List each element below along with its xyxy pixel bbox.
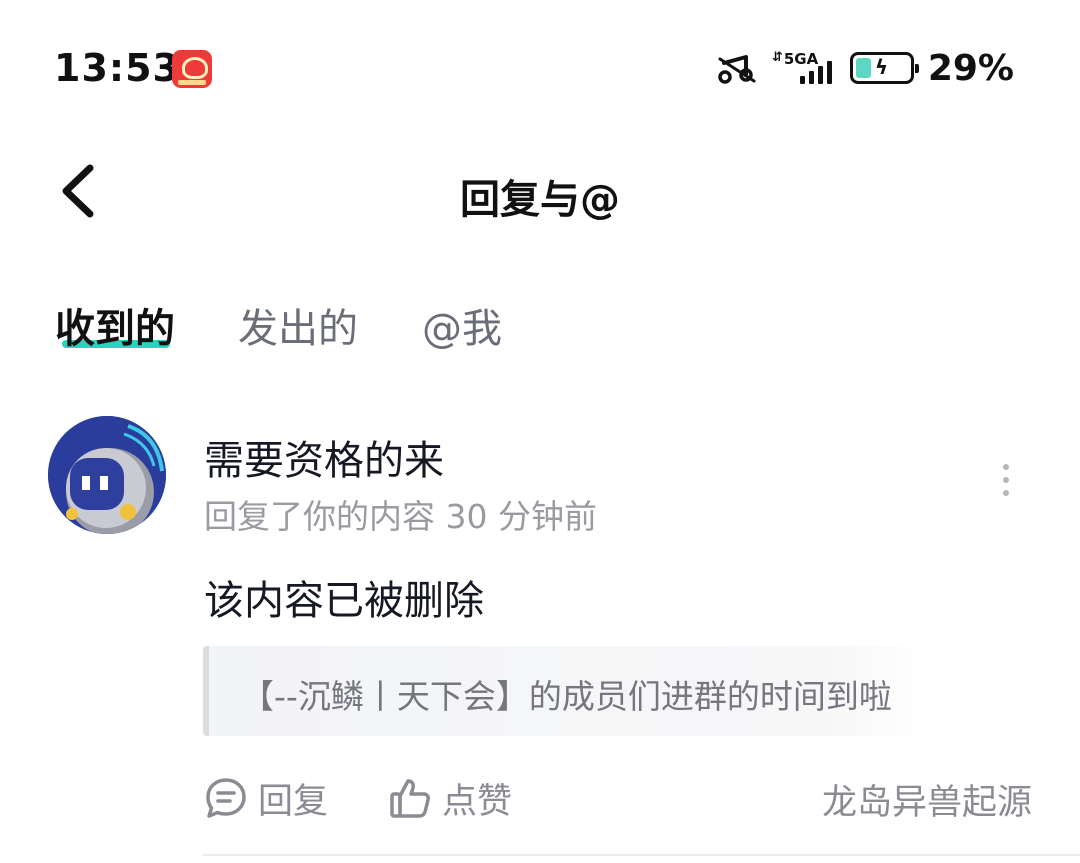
reply-button-label: 回复 (258, 781, 329, 822)
tab-received[interactable]: 收到的 (55, 296, 175, 354)
reply-text: 该内容已被删除 (204, 578, 484, 624)
message-meta: 回复了你的内容 30 分钟前 (204, 497, 597, 536)
avatar[interactable] (48, 416, 166, 534)
battery-icon: ϟ (849, 52, 919, 84)
quoted-text: 【--沉鳞丨天下会】的成员们进群的时间到啦 (241, 677, 892, 716)
sender-name[interactable]: 需要资格的来 (204, 428, 444, 486)
signal-bars (799, 61, 832, 84)
status-indicators: ⇵ 5GA ϟ 29% (716, 46, 1014, 90)
more-options-icon[interactable] (990, 460, 1022, 500)
quoted-content[interactable]: 【--沉鳞丨天下会】的成员们进群的时间到啦 (203, 646, 933, 736)
like-button[interactable]: 点赞 (388, 770, 512, 826)
comment-icon (206, 778, 246, 818)
status-time: 13:53 (54, 46, 180, 90)
reply-button[interactable]: 回复 (204, 770, 328, 826)
thumbs-up-icon (390, 779, 430, 818)
music-icon (716, 51, 758, 85)
data-arrows-icon: ⇵ (771, 50, 783, 65)
page-title: 回复与@ (460, 177, 620, 223)
status-bar: 13:53 ⇵ 5GA ϟ 29% (0, 0, 1080, 140)
tab-sent[interactable]: 发出的 (238, 296, 358, 354)
tab-bar: 收到的 发出的 @我 (0, 290, 1080, 360)
list-item: 需要资格的来 回复了你的内容 30 分钟前 该内容已被删除 【--沉鳞丨天下会】… (0, 400, 1080, 863)
app-notification-icon (172, 50, 212, 88)
divider (203, 854, 1080, 856)
charging-bolt-icon: ϟ (874, 55, 889, 79)
action-bar: 回复 点赞 龙岛异兽起源 (0, 770, 1080, 826)
tab-mentions[interactable]: @我 (422, 296, 502, 354)
like-button-label: 点赞 (442, 781, 513, 822)
source-link[interactable]: 龙岛异兽起源 (822, 774, 1032, 825)
robot-avatar-icon (48, 416, 166, 534)
nav-bar: 回复与@ (0, 140, 1080, 240)
battery-fill (855, 58, 871, 78)
signal-icon: ⇵ 5GA (772, 50, 836, 86)
battery-percent: 29% (927, 47, 1014, 89)
